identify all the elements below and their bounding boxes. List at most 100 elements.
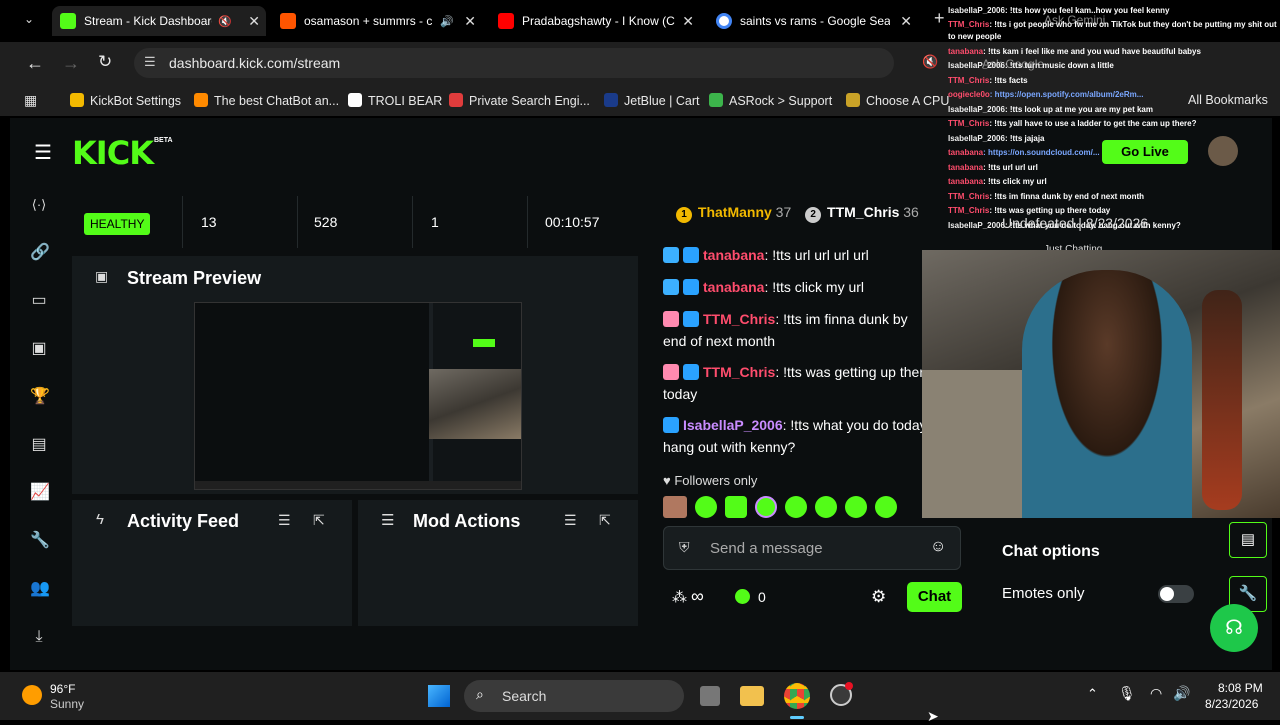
- bookmark-jetblue[interactable]: JetBlue | Cart: [604, 93, 700, 108]
- emote-icon[interactable]: [875, 496, 897, 518]
- new-tab-icon[interactable]: +: [934, 8, 945, 29]
- close-tab-icon[interactable]: ✕: [900, 13, 912, 30]
- hamburger-menu-icon[interactable]: ☰: [34, 140, 52, 165]
- chat-message: TTM_Chris: !tts was getting up there tod…: [663, 361, 933, 405]
- tab-title: saints vs rams - Google Sear: [740, 14, 890, 28]
- bookmark-troli-bear[interactable]: TROLI BEAR: [348, 93, 442, 108]
- chat-text: : !tts click my url: [764, 279, 865, 295]
- overlay-user: oogiecle0o: [948, 90, 990, 99]
- chat-send-button[interactable]: Chat: [907, 582, 962, 612]
- close-tab-icon[interactable]: ✕: [682, 13, 694, 30]
- emote-icon[interactable]: [815, 496, 837, 518]
- bookmark-choose-cpu[interactable]: Choose A CPU: [846, 93, 949, 108]
- chrome-icon[interactable]: [784, 683, 810, 709]
- emotes-only-toggle[interactable]: [1158, 585, 1194, 603]
- chat-input[interactable]: ⛨ Send a message ☺: [663, 526, 961, 570]
- chat-username[interactable]: tanabana: [703, 247, 764, 263]
- overlay-text: : https://open.spotify.com/album/2eRm...: [989, 90, 1144, 99]
- reload-icon[interactable]: ↻: [98, 52, 112, 72]
- taskbar-search[interactable]: ⌕ Search: [464, 680, 684, 712]
- chat-username[interactable]: tanabana: [703, 279, 764, 295]
- leaderboard-name[interactable]: ThatManny: [698, 204, 772, 220]
- bookmark-best-chatbot[interactable]: The best ChatBot an...: [194, 93, 339, 108]
- stream-preview-video[interactable]: [194, 302, 522, 490]
- ask-gemini-label: Ask Gemini: [1044, 13, 1106, 27]
- back-arrow-icon[interactable]: ←: [26, 53, 44, 74]
- bookmark-favicon-icon: [449, 93, 463, 107]
- video-icon[interactable]: ▤: [30, 436, 48, 454]
- tray-chevron-icon[interactable]: ⌃: [1087, 686, 1098, 702]
- leaderboard-name[interactable]: TTM_Chris: [827, 204, 899, 220]
- emote-icon[interactable]: [755, 496, 777, 518]
- close-tab-icon[interactable]: ✕: [464, 13, 476, 30]
- wrench-icon[interactable]: 🔧: [30, 532, 50, 550]
- chat-options-panel: [988, 520, 1214, 626]
- weather-sun-icon[interactable]: [22, 685, 42, 705]
- download-icon[interactable]: ⤓: [30, 628, 48, 646]
- overlay-chat-line: IsabellaP_2006: !tts look up at me you a…: [948, 103, 1278, 118]
- weather-desc[interactable]: Sunny: [50, 697, 84, 711]
- emote-icon[interactable]: [695, 496, 717, 518]
- active-app-indicator: [790, 716, 804, 719]
- bookmark-asrock[interactable]: ASRock > Support: [709, 93, 832, 108]
- tab-search-chevron-icon[interactable]: ⌄: [24, 12, 34, 26]
- emote-icon[interactable]: [845, 496, 867, 518]
- emote-icon[interactable]: [725, 496, 747, 518]
- overlay-user: tanabana: [948, 148, 984, 157]
- chat-settings-gear-icon[interactable]: ⚙: [871, 587, 886, 607]
- emote-icon[interactable]: [785, 496, 807, 518]
- wifi-icon[interactable]: ◠: [1150, 685, 1162, 702]
- emote-icon[interactable]: [663, 496, 687, 518]
- clock-date[interactable]: 8/23/2026: [1205, 697, 1258, 711]
- weather-temp[interactable]: 96°F: [50, 682, 75, 696]
- volume-icon[interactable]: 🔊: [1173, 685, 1190, 702]
- tab-youtube[interactable]: Pradabagshawty - I Know (C ✕: [490, 6, 700, 36]
- right-rail-layout-icon[interactable]: ▤: [1229, 522, 1267, 558]
- popout-icon[interactable]: ⇱: [313, 512, 325, 529]
- stat-subs: 1: [412, 196, 527, 248]
- kick-logo[interactable]: KICK: [72, 134, 154, 172]
- bookmark-favicon-icon: [348, 93, 362, 107]
- tab-soundcloud[interactable]: osamason + summrs - c 🔊 ✕: [272, 6, 482, 36]
- channel-points-icon[interactable]: ⁂: [672, 588, 687, 606]
- tab-google-search[interactable]: saints vs rams - Google Sear ✕: [708, 6, 918, 36]
- overlay-text: : !tts yall have to use a ladder to get …: [989, 119, 1197, 128]
- close-tab-icon[interactable]: ✕: [248, 13, 260, 30]
- og-badge-icon: [663, 279, 679, 295]
- link-icon[interactable]: 🔗: [30, 244, 50, 262]
- speaker-icon[interactable]: 🔊: [440, 15, 454, 28]
- file-explorer-icon[interactable]: [740, 686, 764, 706]
- mute-site-icon[interactable]: 🔇: [922, 54, 938, 70]
- apps-grid-icon[interactable]: ▦: [24, 92, 37, 109]
- chat-username[interactable]: IsabellaP_2006: [683, 417, 783, 433]
- user-avatar[interactable]: [1208, 136, 1238, 166]
- windows-start-icon[interactable]: [428, 685, 450, 707]
- site-info-icon[interactable]: ☰: [144, 54, 156, 70]
- mute-icon[interactable]: 🔇: [218, 15, 232, 28]
- task-view-icon[interactable]: [700, 686, 720, 706]
- infinity-label: ∞: [691, 586, 704, 606]
- microphone-icon[interactable]: 🎙: [1118, 685, 1136, 702]
- bookmark-kickbot-settings[interactable]: KickBot Settings: [70, 93, 181, 108]
- shield-icon: ⛨: [679, 539, 690, 555]
- emoji-picker-icon[interactable]: ☺: [930, 538, 946, 556]
- users-icon[interactable]: 👥: [30, 580, 50, 598]
- address-bar[interactable]: ☰ dashboard.kick.com/stream: [134, 48, 894, 78]
- collapse-sidebar-icon[interactable]: ⟨·⟩: [30, 196, 48, 214]
- trophy-icon[interactable]: 🏆: [30, 388, 50, 406]
- preview-go-live: [473, 339, 495, 347]
- browser-window-icon[interactable]: ▭: [30, 292, 48, 310]
- tab-kick-dashboard[interactable]: Stream - Kick Dashboard 🔇 ✕: [52, 6, 266, 36]
- filter-icon[interactable]: ☰: [278, 512, 291, 529]
- chat-username[interactable]: TTM_Chris: [703, 364, 775, 380]
- chart-icon[interactable]: 📈: [30, 484, 50, 502]
- support-headset-icon[interactable]: ☊: [1210, 604, 1258, 652]
- filter-icon[interactable]: ☰: [564, 512, 577, 529]
- analytics-icon[interactable]: ▣: [30, 340, 48, 358]
- clock-time[interactable]: 8:08 PM: [1218, 681, 1263, 695]
- bookmark-private-search[interactable]: Private Search Engi...: [449, 93, 590, 108]
- popout-icon[interactable]: ⇱: [599, 512, 611, 529]
- chat-username[interactable]: TTM_Chris: [703, 311, 775, 327]
- go-live-button[interactable]: Go Live: [1102, 140, 1188, 164]
- forward-arrow-icon[interactable]: →: [62, 53, 80, 74]
